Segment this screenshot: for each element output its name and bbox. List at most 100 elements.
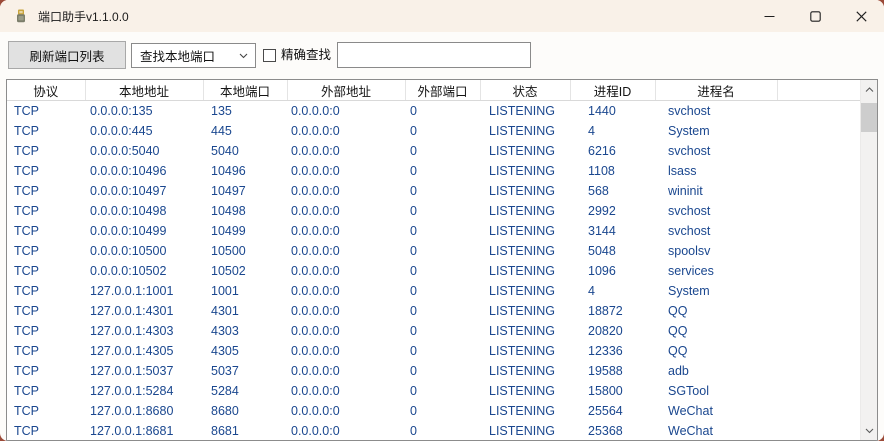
cell-pid: 15800 xyxy=(570,381,655,401)
cell-remote-port: 0 xyxy=(405,241,480,261)
exact-search-label[interactable]: 精确查找 xyxy=(281,32,331,79)
scroll-down-button[interactable] xyxy=(861,421,877,440)
table-row[interactable]: TCP 0.0.0.0:10496 10496 0.0.0.0:0 0 LIST… xyxy=(7,161,860,181)
column-header-local-address[interactable]: 本地地址 xyxy=(85,80,203,101)
cell-state: LISTENING xyxy=(480,161,570,181)
scroll-up-button[interactable] xyxy=(861,80,877,99)
table-row[interactable]: TCP 0.0.0.0:10502 10502 0.0.0.0:0 0 LIST… xyxy=(7,261,860,281)
cell-state: LISTENING xyxy=(480,221,570,241)
cell-local-address: 127.0.0.1:8680 xyxy=(85,401,203,421)
cell-remote-port: 0 xyxy=(405,261,480,281)
refresh-ports-button[interactable]: 刷新端口列表 xyxy=(8,41,126,69)
cell-pid: 20820 xyxy=(570,321,655,341)
table-row[interactable]: TCP 0.0.0.0:5040 5040 0.0.0.0:0 0 LISTEN… xyxy=(7,141,860,161)
port-table-body: TCP 0.0.0.0:135 135 0.0.0.0:0 0 LISTENIN… xyxy=(7,101,860,441)
cell-state: LISTENING xyxy=(480,201,570,221)
table-row[interactable]: TCP 127.0.0.1:5037 5037 0.0.0.0:0 0 LIST… xyxy=(7,361,860,381)
cell-process-name: QQ xyxy=(655,341,777,361)
cell-remote-address: 0.0.0.0:0 xyxy=(287,201,405,221)
cell-filler xyxy=(777,301,860,321)
cell-local-address: 0.0.0.0:10496 xyxy=(85,161,203,181)
scrollbar-thumb[interactable] xyxy=(861,103,877,132)
close-button[interactable] xyxy=(838,0,884,32)
column-header-process-name[interactable]: 进程名 xyxy=(655,80,777,101)
cell-local-port: 135 xyxy=(203,101,287,122)
table-row[interactable]: TCP 127.0.0.1:8681 8681 0.0.0.0:0 0 LIST… xyxy=(7,421,860,441)
table-row[interactable]: TCP 0.0.0.0:445 445 0.0.0.0:0 0 LISTENIN… xyxy=(7,121,860,141)
cell-state: LISTENING xyxy=(480,181,570,201)
cell-process-name: services xyxy=(655,261,777,281)
table-row[interactable]: TCP 0.0.0.0:10500 10500 0.0.0.0:0 0 LIST… xyxy=(7,241,860,261)
cell-pid: 1096 xyxy=(570,261,655,281)
cell-pid: 6216 xyxy=(570,141,655,161)
vertical-scrollbar[interactable] xyxy=(860,80,877,440)
table-row[interactable]: TCP 127.0.0.1:5284 5284 0.0.0.0:0 0 LIST… xyxy=(7,381,860,401)
cell-filler xyxy=(777,101,860,122)
minimize-button[interactable] xyxy=(746,0,792,32)
cell-remote-port: 0 xyxy=(405,281,480,301)
cell-local-address: 127.0.0.1:5037 xyxy=(85,361,203,381)
exact-search-checkbox[interactable] xyxy=(263,49,276,62)
cell-local-port: 445 xyxy=(203,121,287,141)
table-row[interactable]: TCP 0.0.0.0:10498 10498 0.0.0.0:0 0 LIST… xyxy=(7,201,860,221)
maximize-icon xyxy=(810,11,821,22)
cell-protocol: TCP xyxy=(7,101,85,122)
cell-protocol: TCP xyxy=(7,381,85,401)
table-row[interactable]: TCP 0.0.0.0:10499 10499 0.0.0.0:0 0 LIST… xyxy=(7,221,860,241)
column-header-remote-address[interactable]: 外部地址 xyxy=(287,80,405,101)
table-row[interactable]: TCP 0.0.0.0:10497 10497 0.0.0.0:0 0 LIST… xyxy=(7,181,860,201)
cell-local-port: 4303 xyxy=(203,321,287,341)
table-row[interactable]: TCP 127.0.0.1:4305 4305 0.0.0.0:0 0 LIST… xyxy=(7,341,860,361)
window-controls xyxy=(746,0,884,32)
maximize-button[interactable] xyxy=(792,0,838,32)
cell-protocol: TCP xyxy=(7,421,85,441)
titlebar[interactable]: 端口助手v1.1.0.0 xyxy=(0,0,884,32)
cell-protocol: TCP xyxy=(7,201,85,221)
cell-pid: 12336 xyxy=(570,341,655,361)
cell-process-name: System xyxy=(655,121,777,141)
cell-remote-port: 0 xyxy=(405,361,480,381)
cell-remote-port: 0 xyxy=(405,121,480,141)
cell-protocol: TCP xyxy=(7,261,85,281)
table-row[interactable]: TCP 127.0.0.1:4301 4301 0.0.0.0:0 0 LIST… xyxy=(7,301,860,321)
search-input[interactable] xyxy=(337,42,531,68)
column-header-state[interactable]: 状态 xyxy=(480,80,570,101)
cell-local-address: 127.0.0.1:8681 xyxy=(85,421,203,441)
cell-state: LISTENING xyxy=(480,321,570,341)
column-header-remote-port[interactable]: 外部端口 xyxy=(405,80,480,101)
cell-filler xyxy=(777,221,860,241)
cell-filler xyxy=(777,381,860,401)
table-row[interactable]: TCP 127.0.0.1:1001 1001 0.0.0.0:0 0 LIST… xyxy=(7,281,860,301)
cell-remote-address: 0.0.0.0:0 xyxy=(287,361,405,381)
cell-remote-address: 0.0.0.0:0 xyxy=(287,241,405,261)
cell-local-address: 0.0.0.0:10500 xyxy=(85,241,203,261)
cell-local-port: 8681 xyxy=(203,421,287,441)
cell-process-name: System xyxy=(655,281,777,301)
table-row[interactable]: TCP 127.0.0.1:8680 8680 0.0.0.0:0 0 LIST… xyxy=(7,401,860,421)
cell-pid: 4 xyxy=(570,281,655,301)
column-header-pid[interactable]: 进程ID xyxy=(570,80,655,101)
cell-filler xyxy=(777,281,860,301)
cell-protocol: TCP xyxy=(7,341,85,361)
cell-pid: 2992 xyxy=(570,201,655,221)
cell-local-port: 4301 xyxy=(203,301,287,321)
cell-pid: 5048 xyxy=(570,241,655,261)
column-header-local-port[interactable]: 本地端口 xyxy=(203,80,287,101)
close-icon xyxy=(856,11,867,22)
table-row[interactable]: TCP 0.0.0.0:135 135 0.0.0.0:0 0 LISTENIN… xyxy=(7,101,860,122)
cell-local-address: 0.0.0.0:445 xyxy=(85,121,203,141)
app-icon xyxy=(13,8,29,24)
table-row[interactable]: TCP 127.0.0.1:4303 4303 0.0.0.0:0 0 LIST… xyxy=(7,321,860,341)
cell-remote-address: 0.0.0.0:0 xyxy=(287,181,405,201)
cell-pid: 1108 xyxy=(570,161,655,181)
column-header-protocol[interactable]: 协议 xyxy=(7,80,85,101)
ports-table: 协议 本地地址 本地端口 外部地址 外部端口 状态 进程ID 进程名 TCP 0… xyxy=(7,80,860,441)
cell-local-port: 10499 xyxy=(203,221,287,241)
cell-protocol: TCP xyxy=(7,321,85,341)
cell-remote-address: 0.0.0.0:0 xyxy=(287,161,405,181)
cell-local-port: 1001 xyxy=(203,281,287,301)
cell-local-address: 0.0.0.0:5040 xyxy=(85,141,203,161)
cell-filler xyxy=(777,321,860,341)
search-type-dropdown[interactable]: 查找本地端口 xyxy=(131,43,256,68)
cell-local-port: 8680 xyxy=(203,401,287,421)
